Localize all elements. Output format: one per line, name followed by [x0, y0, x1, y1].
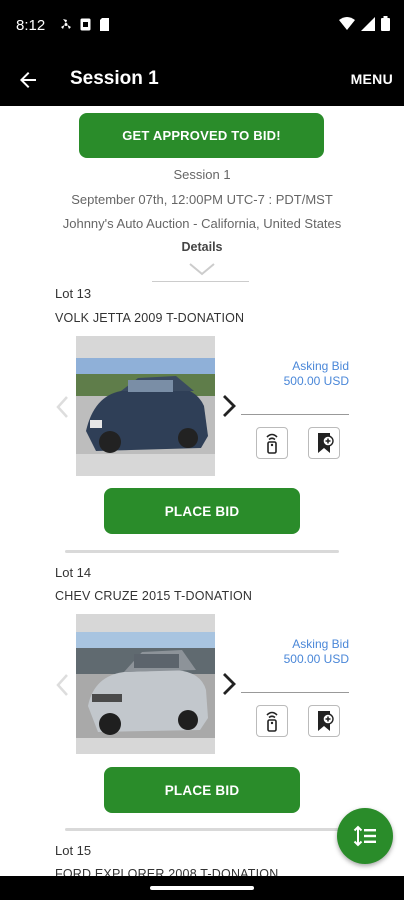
watchlist-button[interactable]: [308, 705, 340, 737]
back-arrow-icon[interactable]: [16, 68, 40, 92]
home-gesture-handle[interactable]: [150, 886, 254, 890]
chevron-right-icon[interactable]: [221, 394, 237, 418]
asking-bid-value: 500.00 USD: [283, 652, 349, 666]
lot-number: Lot 15: [55, 843, 92, 858]
signal-icon: [361, 16, 375, 31]
app-bar: Session 1 MENU: [0, 54, 404, 106]
chevron-right-icon[interactable]: [221, 672, 237, 696]
system-nav-bar: [0, 876, 404, 900]
bid-divider: [241, 414, 349, 415]
battery-icon: [381, 16, 390, 31]
sort-fab-button[interactable]: [337, 808, 393, 864]
bid-divider: [241, 692, 349, 693]
lot-separator: [65, 828, 339, 831]
lot-number: Lot 13: [55, 286, 92, 301]
lot-title[interactable]: VOLK JETTA 2009 T-DONATION: [55, 311, 244, 325]
bookmark-add-icon: [318, 433, 334, 453]
page-title: Session 1: [70, 68, 159, 89]
lot-photo[interactable]: [76, 336, 215, 476]
status-time: 8:12: [16, 17, 46, 34]
status-bar: 8:12: [0, 0, 404, 54]
asking-bid-label: Asking Bid: [292, 637, 349, 651]
details-divider: [152, 281, 249, 282]
session-name: Session 1: [173, 167, 231, 182]
place-bid-button[interactable]: PLACE BID: [104, 767, 300, 813]
remote-bid-button[interactable]: [256, 705, 288, 737]
bookmark-add-icon: [318, 711, 334, 731]
remote-bid-button[interactable]: [256, 427, 288, 459]
lot-separator: [65, 550, 339, 553]
remote-icon: [266, 433, 278, 454]
details-toggle[interactable]: Details: [0, 240, 404, 254]
session-datetime: September 07th, 12:00PM UTC-7 : PDT/MST: [71, 192, 333, 207]
session-location: Johnny's Auto Auction - California, Unit…: [62, 216, 342, 231]
get-approved-button[interactable]: GET APPROVED TO BID!: [79, 113, 324, 158]
watchlist-button[interactable]: [308, 427, 340, 459]
notification-icons: [60, 18, 110, 31]
menu-button[interactable]: MENU: [351, 71, 393, 87]
lot-photo[interactable]: [76, 614, 215, 754]
place-bid-button[interactable]: PLACE BID: [104, 488, 300, 534]
remote-icon: [266, 711, 278, 732]
chevron-down-icon[interactable]: [188, 262, 216, 276]
sort-icon: [353, 825, 376, 847]
chevron-left-icon[interactable]: [55, 395, 69, 419]
fan-icon: [61, 19, 71, 29]
app-notification-icon: [80, 18, 91, 31]
lot-title[interactable]: CHEV CRUZE 2015 T-DONATION: [55, 589, 252, 603]
asking-bid-value: 500.00 USD: [283, 374, 349, 388]
lot-number: Lot 14: [55, 565, 92, 580]
chevron-left-icon[interactable]: [55, 673, 69, 697]
asking-bid-label: Asking Bid: [292, 359, 349, 373]
sd-card-icon: [100, 18, 109, 31]
system-icons: [339, 16, 390, 31]
wifi-icon: [339, 16, 355, 30]
